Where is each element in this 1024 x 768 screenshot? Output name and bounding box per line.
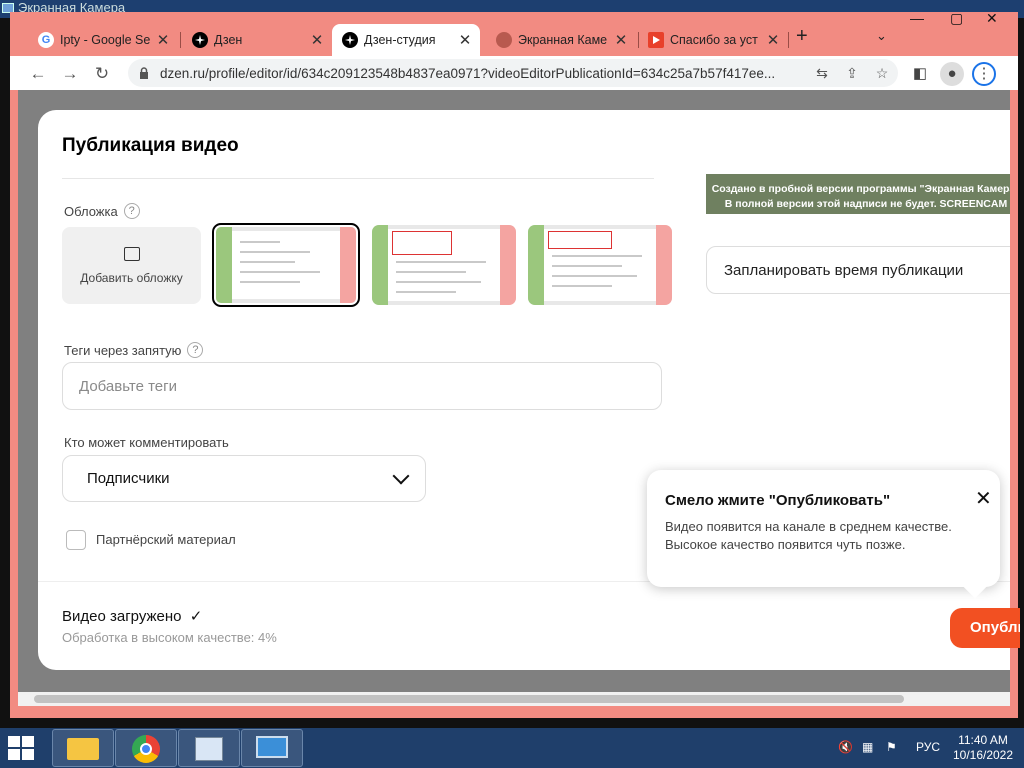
comments-label-text: Кто может комментировать bbox=[64, 435, 229, 450]
comments-select[interactable]: Подписчики bbox=[62, 455, 426, 502]
tab-dzen[interactable]: Дзен ✕ bbox=[182, 24, 332, 56]
close-icon[interactable]: ✕ bbox=[612, 31, 630, 49]
tab-search-button[interactable]: ⌄ bbox=[876, 28, 887, 44]
tags-input[interactable]: Добавьте теги bbox=[62, 362, 662, 410]
add-cover-button[interactable]: Добавить обложку bbox=[62, 227, 201, 304]
tab-label: Экранная Каме bbox=[518, 33, 608, 47]
close-icon[interactable]: ✕ bbox=[764, 31, 782, 49]
tab-google[interactable]: G Ipty - Google Se ✕ bbox=[28, 24, 178, 56]
browser-toolbar: ← → ↻ dzen.ru/profile/editor/id/634c2091… bbox=[10, 56, 1018, 90]
cover-thumbnail-1[interactable] bbox=[212, 223, 360, 307]
dzen-icon bbox=[192, 32, 208, 48]
side-panel-icon[interactable]: ◧ bbox=[908, 62, 932, 86]
language-indicator[interactable]: РУС bbox=[916, 740, 940, 754]
tab-dzen-studio[interactable]: Дзен-студия ✕ bbox=[332, 24, 480, 56]
processing-progress: Обработка в высоком качестве: 4% bbox=[62, 630, 277, 645]
tab-label: Дзен bbox=[214, 33, 243, 47]
publish-label: Опубликовать bbox=[970, 619, 1020, 636]
clock-time: 11:40 AM bbox=[958, 733, 1008, 747]
minimize-button[interactable]: — bbox=[910, 12, 924, 26]
upload-status: Видео загружено ✓ bbox=[62, 607, 202, 625]
taskbar: 🔇 ▦ ⚑ РУС 11:40 AM 10/16/2022 bbox=[0, 728, 1024, 768]
monitor-icon[interactable] bbox=[241, 729, 303, 767]
tab-label: Ipty - Google Se bbox=[60, 33, 151, 47]
browser-window: G Ipty - Google Se ✕ Дзен ✕ Дзен-студия … bbox=[10, 12, 1018, 718]
close-icon[interactable]: ✕ bbox=[456, 31, 474, 49]
start-button[interactable] bbox=[8, 736, 36, 762]
url-text: dzen.ru/profile/editor/id/634c209123548b… bbox=[160, 65, 776, 81]
cover-thumbnail-2[interactable] bbox=[372, 225, 516, 305]
schedule-label: Запланировать время публикации bbox=[724, 261, 964, 279]
comments-label: Кто может комментировать bbox=[64, 435, 229, 450]
tooltip-title: Смело жмите "Опубликовать" bbox=[665, 492, 891, 509]
network-icon[interactable]: ▦ bbox=[862, 740, 873, 754]
scrollbar-thumb[interactable] bbox=[34, 695, 904, 703]
action-center-icon[interactable]: ⚑ bbox=[886, 740, 897, 754]
cover-label-text: Обложка bbox=[64, 203, 118, 219]
close-window-button[interactable]: ✕ bbox=[986, 12, 998, 27]
modal-title: Публикация видео bbox=[62, 135, 239, 156]
horizontal-scrollbar[interactable] bbox=[18, 692, 1010, 706]
translate-icon[interactable]: ⇆ bbox=[812, 63, 832, 83]
dzen-icon bbox=[342, 32, 358, 48]
check-icon: ✓ bbox=[189, 608, 203, 625]
divider bbox=[62, 178, 654, 179]
address-bar[interactable]: dzen.ru/profile/editor/id/634c209123548b… bbox=[128, 59, 898, 87]
comments-value: Подписчики bbox=[87, 470, 170, 487]
bookmark-star-icon[interactable]: ☆ bbox=[872, 63, 892, 83]
clock-date: 10/16/2022 bbox=[952, 748, 1014, 762]
help-icon[interactable]: ? bbox=[187, 342, 204, 358]
tab-label: Спасибо за уст bbox=[670, 33, 758, 47]
close-icon[interactable]: ✕ bbox=[154, 31, 172, 49]
close-icon[interactable]: ✕ bbox=[975, 486, 992, 511]
video-preview[interactable]: Создано в пробной версии программы "Экра… bbox=[706, 174, 1010, 214]
upload-status-text: Видео загружено bbox=[62, 608, 182, 625]
image-icon bbox=[123, 246, 140, 261]
new-tab-button[interactable]: + bbox=[796, 25, 808, 48]
control-panel-icon[interactable] bbox=[178, 729, 240, 767]
close-icon[interactable]: ✕ bbox=[308, 31, 326, 49]
tab-label: Дзен-студия bbox=[364, 33, 436, 47]
chrome-icon[interactable] bbox=[115, 729, 177, 767]
watermark-line-1: Создано в пробной версии программы "Экра… bbox=[711, 183, 1010, 195]
share-icon[interactable]: ⇪ bbox=[842, 63, 862, 83]
volume-muted-icon[interactable]: 🔇 bbox=[838, 740, 853, 754]
file-explorer-icon[interactable] bbox=[52, 729, 114, 767]
site-icon bbox=[496, 32, 512, 48]
back-button[interactable]: ← bbox=[26, 62, 50, 86]
forward-button[interactable]: → bbox=[58, 62, 82, 86]
tab-thanks[interactable]: Спасибо за уст ✕ bbox=[638, 24, 788, 56]
help-icon[interactable]: ? bbox=[123, 203, 140, 219]
chevron-down-icon bbox=[392, 467, 410, 485]
watermark-line-2: В полной версии этой надписи не будет. S… bbox=[724, 198, 1008, 210]
profile-avatar[interactable]: ● bbox=[940, 62, 964, 86]
kebab-menu-icon[interactable]: ⋮ bbox=[972, 62, 996, 86]
partner-checkbox[interactable] bbox=[66, 530, 86, 550]
google-icon: G bbox=[38, 32, 54, 48]
tooltip-body: Видео появится на канале в среднем качес… bbox=[665, 519, 952, 552]
cover-label: Обложка ? bbox=[64, 203, 140, 219]
partner-label: Партнёрский материал bbox=[96, 532, 236, 547]
tags-label: Теги через запятую ? bbox=[64, 342, 204, 358]
publish-button[interactable]: Опубликовать bbox=[950, 608, 1020, 648]
video-icon bbox=[648, 32, 664, 48]
clock[interactable]: 11:40 AM 10/16/2022 bbox=[946, 733, 1020, 763]
maximize-button[interactable]: ▢ bbox=[950, 12, 963, 27]
cover-thumbnail-3[interactable] bbox=[528, 225, 672, 305]
reload-button[interactable]: ↻ bbox=[90, 62, 114, 86]
tags-placeholder: Добавьте теги bbox=[79, 377, 177, 395]
tab-screencam[interactable]: Экранная Каме ✕ bbox=[486, 24, 636, 56]
schedule-button[interactable]: Запланировать время публикации bbox=[706, 246, 1010, 294]
tags-label-text: Теги через запятую bbox=[64, 342, 182, 358]
lock-icon bbox=[140, 67, 148, 79]
publish-tooltip: Смело жмите "Опубликовать" Видео появитс… bbox=[647, 470, 1000, 599]
add-cover-label: Добавить обложку bbox=[80, 270, 183, 285]
tab-bar: G Ipty - Google Se ✕ Дзен ✕ Дзен-студия … bbox=[10, 12, 1018, 56]
page-content: Публикация видео Обложка ? Добавить обло… bbox=[18, 90, 1010, 692]
